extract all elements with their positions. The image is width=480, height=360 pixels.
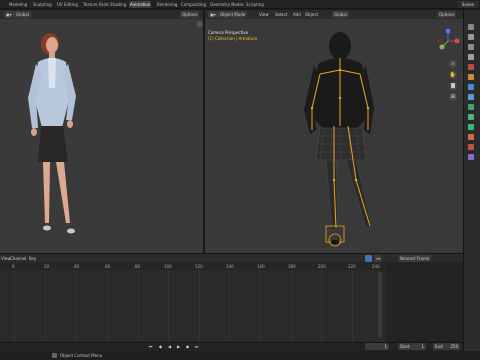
status-hint: Object Context Menu — [60, 353, 103, 358]
view-layer-tab-icon[interactable] — [468, 54, 474, 60]
render-tab-icon[interactable] — [468, 34, 474, 40]
physics-tab-icon[interactable] — [468, 104, 474, 110]
pan-hand-icon[interactable]: ✋ — [449, 71, 457, 79]
menu-view[interactable]: View — [259, 11, 269, 18]
frame-tick: 0 — [12, 264, 15, 269]
editor-type-button-right[interactable]: ▣▾ — [208, 11, 218, 18]
character-render — [28, 33, 76, 234]
frame-tick: 160 — [257, 264, 265, 269]
frame-tick: 240 — [372, 264, 380, 269]
left-viewport-header: ▣▾ Global Options — [0, 10, 203, 19]
frame-tick: 40 — [74, 264, 80, 269]
properties-tab-bar — [463, 10, 480, 360]
camera-view-icon[interactable]: ◙ — [449, 82, 457, 90]
tab-shading[interactable]: Shading — [110, 1, 126, 8]
timeline-menu-channel[interactable]: Channel — [10, 255, 26, 262]
orientation-dropdown[interactable]: Global — [14, 11, 31, 18]
scene-tab-icon[interactable] — [468, 64, 474, 70]
end-label: End — [433, 343, 443, 350]
jump-end-icon[interactable]: ⏭ — [194, 344, 199, 349]
grid-line — [229, 270, 230, 342]
tool-tab-icon[interactable] — [468, 24, 474, 30]
timeline-menu-key[interactable]: Key — [29, 255, 36, 262]
frame-tick: 20 — [44, 264, 50, 269]
right-viewport-header: ▣▾ Object Mode View Select Add Object Gl… — [205, 10, 463, 19]
menu-object[interactable]: Object — [305, 11, 318, 18]
right-options-button[interactable]: Options — [437, 11, 457, 18]
snap-icon[interactable]: ⌕▾ — [374, 255, 383, 262]
tab-scripting[interactable]: Scripting — [246, 1, 264, 8]
grid-line — [138, 270, 139, 342]
texture-tab-icon[interactable] — [468, 144, 474, 150]
frame-tick: 220 — [348, 264, 356, 269]
grid-line — [107, 270, 108, 342]
playback-bar — [0, 342, 463, 351]
start-frame-field[interactable]: 1 — [411, 343, 426, 350]
next-keyframe-icon[interactable]: ◆ — [185, 344, 190, 349]
interpolation-dropdown[interactable]: Nearest Frame — [398, 255, 432, 262]
collection-label: (1) Collection | Armature — [208, 36, 258, 41]
grid-line — [45, 270, 46, 342]
grid-line — [291, 270, 292, 342]
modifier-tab-icon[interactable] — [468, 84, 474, 90]
material-tab-icon[interactable] — [468, 134, 474, 140]
transform-orientation-dropdown[interactable]: Global — [332, 11, 349, 18]
workspace-bar: Modeling Sculpting UV Editing Texture Pa… — [0, 0, 480, 9]
grid-line — [321, 270, 322, 342]
timeline-scrollbar[interactable] — [378, 272, 382, 338]
object-tab-icon[interactable] — [468, 74, 474, 80]
timeline-end-region — [386, 262, 463, 342]
zoom-icon[interactable]: ⌕ — [449, 60, 457, 68]
start-label: Start — [398, 343, 411, 350]
armature-figure — [304, 32, 374, 247]
grid-line — [352, 270, 353, 342]
current-frame-field[interactable]: 1 — [365, 343, 389, 350]
tab-geometry-nodes[interactable]: Geometry Nodes — [210, 1, 244, 8]
tab-compositing[interactable]: Compositing — [181, 1, 206, 8]
end-frame-field[interactable]: 250 — [443, 343, 460, 350]
camera-perspective-label: Camera Perspective — [208, 30, 249, 35]
frame-tick: 140 — [226, 264, 234, 269]
navigation-gizmo[interactable] — [435, 28, 461, 54]
grid-line — [260, 270, 261, 342]
jump-start-icon[interactable]: ⏮ — [148, 344, 153, 349]
particles-tab-icon[interactable] — [468, 94, 474, 100]
frame-tick: 60 — [105, 264, 111, 269]
data-tab-icon[interactable] — [468, 124, 474, 130]
tab-sculpting[interactable]: Sculpting — [33, 1, 52, 8]
timeline-header: View Channel Key ⌕▾ Nearest Frame — [0, 253, 463, 262]
status-bar: Object Context Menu — [0, 351, 480, 360]
editor-type-button[interactable]: ▣▾ — [4, 11, 14, 18]
play-icon[interactable]: ▶ — [176, 344, 181, 349]
frame-tick: 80 — [135, 264, 141, 269]
frame-tick: 180 — [288, 264, 296, 269]
left-options-button[interactable]: Options — [180, 11, 200, 18]
tab-rendering[interactable]: Rendering — [157, 1, 177, 8]
grid-line — [76, 270, 77, 342]
world-tab-icon[interactable] — [468, 154, 474, 160]
snap-toggle[interactable] — [365, 255, 372, 262]
tab-animation[interactable]: Animation — [129, 1, 152, 8]
mouse-icon — [52, 353, 57, 358]
grid-icon[interactable]: ⊞ — [449, 93, 457, 101]
frame-tick: 200 — [318, 264, 326, 269]
tab-uv-editing[interactable]: UV Editing — [57, 1, 78, 8]
frame-tick: 100 — [164, 264, 172, 269]
output-tab-icon[interactable] — [468, 44, 474, 50]
grid-line — [14, 270, 15, 342]
grid-line — [199, 270, 200, 342]
prev-keyframe-icon[interactable]: ◆ — [158, 344, 163, 349]
constraints-tab-icon[interactable] — [468, 114, 474, 120]
camera-lock-icon[interactable] — [197, 21, 202, 27]
mode-dropdown[interactable]: Object Mode — [218, 11, 248, 18]
play-reverse-icon[interactable]: ◀ — [167, 344, 172, 349]
menu-add[interactable]: Add — [293, 11, 301, 18]
tab-texture-paint[interactable]: Texture Paint — [83, 1, 109, 8]
frame-tick: 120 — [195, 264, 203, 269]
grid-line — [168, 270, 169, 342]
scene-selector[interactable]: Scene — [457, 1, 478, 8]
menu-select[interactable]: Select — [275, 11, 287, 18]
tab-modeling[interactable]: Modeling — [9, 1, 27, 8]
